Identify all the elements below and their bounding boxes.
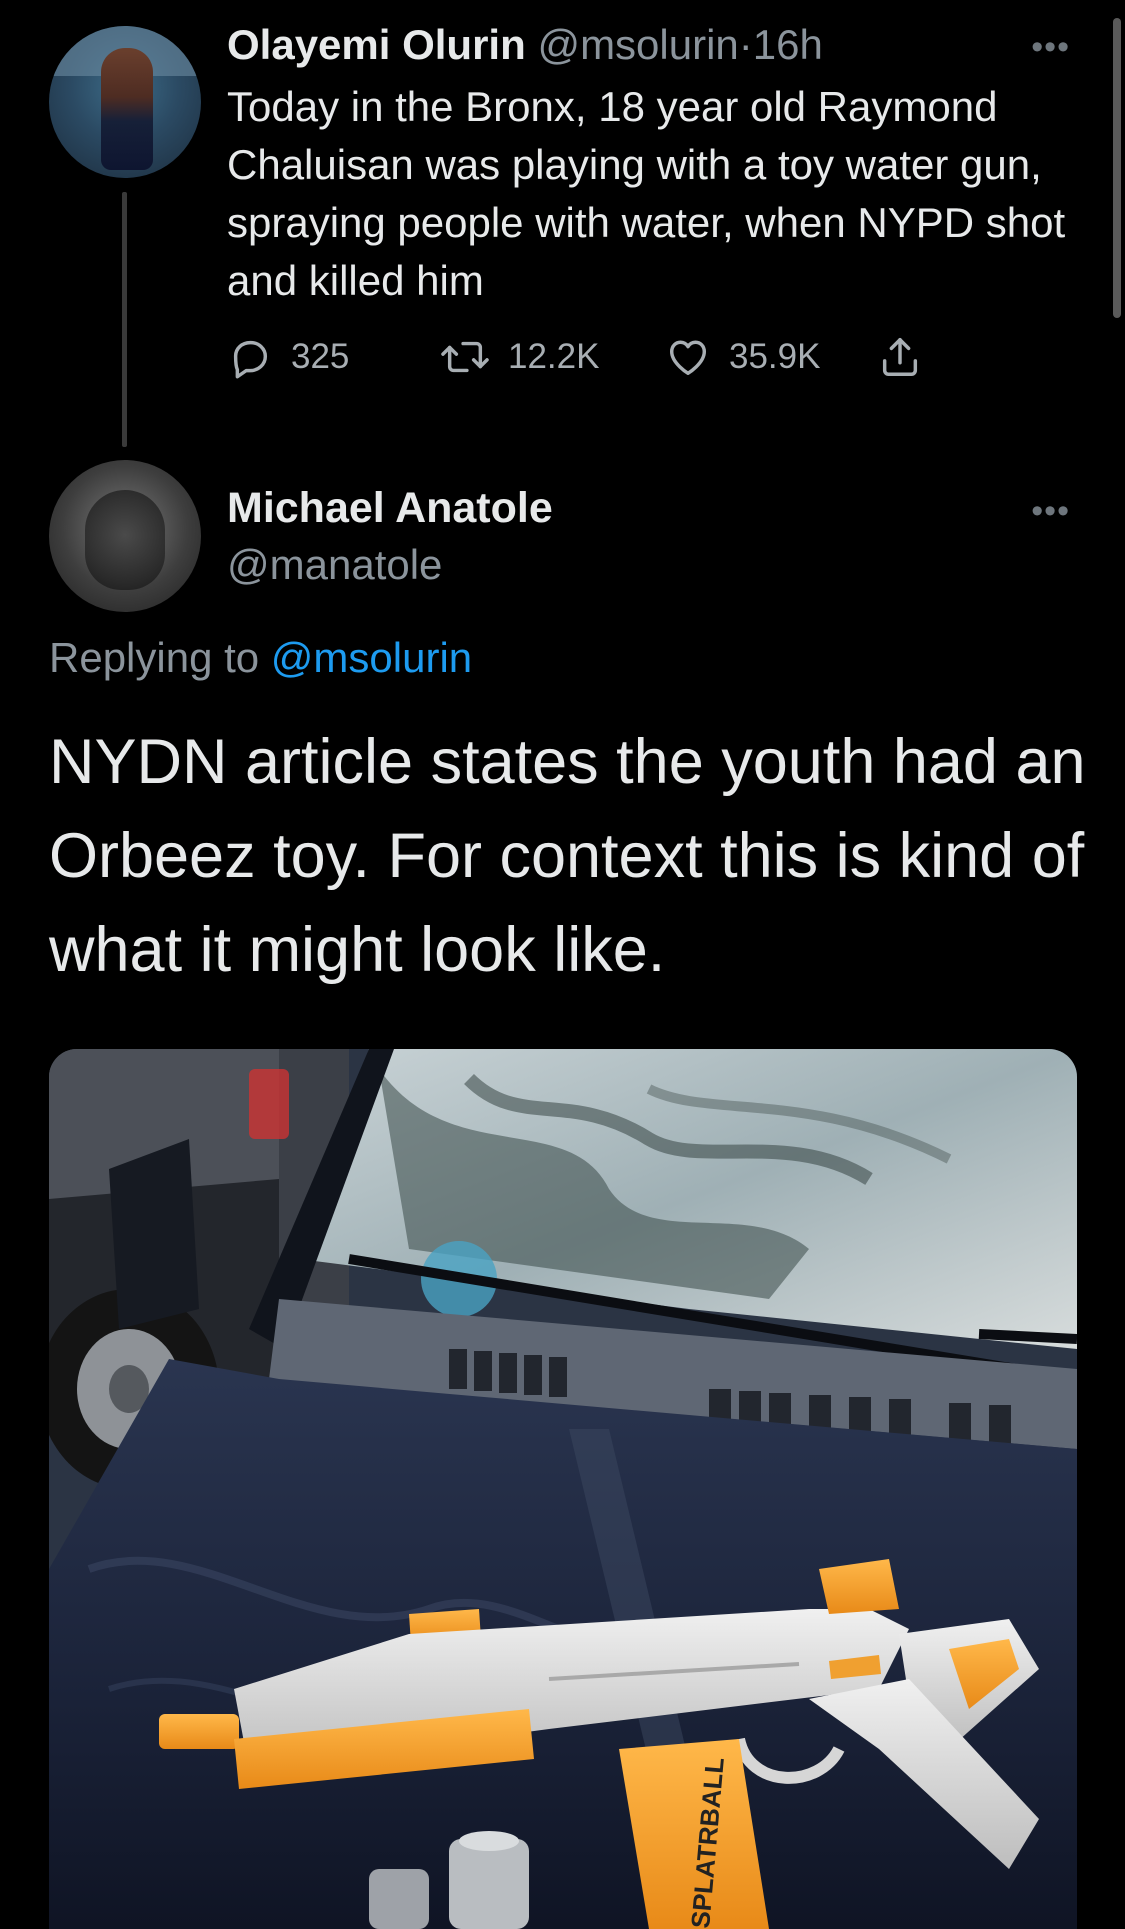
more-options-icon[interactable]: ••• (1031, 492, 1070, 531)
separator: · (738, 21, 753, 68)
author-handle[interactable]: @manatole (227, 541, 442, 589)
replying-prefix: Replying to (49, 634, 271, 681)
author-handle[interactable]: @msolurin (537, 21, 738, 68)
author-name[interactable]: Michael Anatole (227, 484, 553, 533)
more-options-icon[interactable]: ••• (1031, 28, 1070, 67)
author-name[interactable]: Olayemi Olurin (227, 21, 526, 68)
like-button[interactable]: 35.9K (665, 332, 820, 382)
avatar[interactable] (49, 460, 201, 612)
retweet-icon (440, 334, 490, 380)
share-button[interactable] (877, 332, 923, 382)
like-count: 35.9K (729, 337, 821, 376)
avatar[interactable] (49, 26, 201, 178)
tweet-media-image[interactable]: SPLATRBALL (49, 1049, 1077, 1929)
tweet-text: NYDN article states the youth had an Orb… (49, 727, 1120, 985)
tweet-actions: 325 12.2K 35.9K (227, 332, 987, 382)
tweet-header: Olayemi Olurin @msolurin·16h (227, 20, 823, 70)
share-icon (877, 334, 923, 380)
thread-line (122, 192, 127, 447)
tweet-text: Today in the Bronx, 18 year old Raymond … (227, 83, 1066, 304)
toy-gun-photo: SPLATRBALL (49, 1049, 1077, 1929)
reply-icon (227, 334, 273, 380)
heart-icon (665, 334, 711, 380)
timestamp[interactable]: 16h (753, 21, 823, 68)
retweet-button[interactable]: 12.2K (440, 332, 599, 382)
parent-tweet[interactable]: Olayemi Olurin @msolurin·16h ••• Today i… (0, 0, 1125, 460)
replying-to-mention[interactable]: @msolurin (271, 634, 472, 681)
reply-count: 325 (291, 337, 350, 376)
replying-to: Replying to @msolurin (49, 634, 472, 682)
retweet-count: 12.2K (508, 337, 600, 376)
reply-button[interactable]: 325 (227, 332, 349, 382)
